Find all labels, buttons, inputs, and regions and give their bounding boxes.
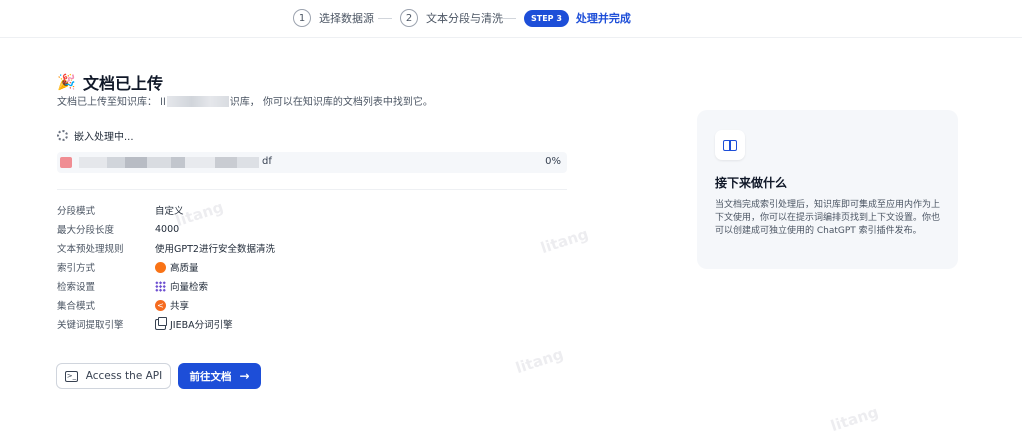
- title-row: 🎉 文档已上传: [57, 70, 163, 94]
- setting-label: 索引方式: [57, 263, 96, 274]
- setting-label: 分段模式: [57, 206, 96, 217]
- setting-row: 集合模式 < 共享: [57, 297, 357, 313]
- redacted-filename: [237, 157, 259, 168]
- party-popper-icon: 🎉: [57, 73, 76, 91]
- divider: [57, 189, 567, 190]
- setting-label: 文本预处理规则: [57, 244, 124, 255]
- copy-icon: [155, 316, 167, 330]
- redacted-filename: [215, 157, 237, 168]
- redacted-filename: [79, 157, 107, 168]
- setting-label: 检索设置: [57, 282, 96, 293]
- next-steps-card: 接下来做什么 当文档完成索引处理后，知识库即可集成至应用内作为上下文使用，你可以…: [697, 110, 958, 269]
- retrieval-setting-value: 向量检索: [170, 282, 209, 293]
- step-3: STEP 3 处理并完成: [524, 9, 631, 27]
- redacted-filename: [185, 157, 215, 168]
- file-type-icon: [60, 157, 72, 168]
- setting-row: 检索设置 向量检索: [57, 278, 357, 294]
- watermark: litang: [513, 344, 566, 378]
- quality-icon: [155, 261, 166, 273]
- step-1-number: 1: [293, 9, 311, 27]
- access-api-label: Access the API: [85, 370, 163, 382]
- setting-row: 关键词提取引擎 JIEBA分词引擎: [57, 316, 357, 332]
- access-api-button[interactable]: >_ Access the API: [56, 363, 171, 389]
- vector-search-icon: [155, 280, 166, 292]
- watermark: litang: [538, 224, 591, 258]
- go-to-documents-button[interactable]: 前往文档 →: [178, 363, 261, 389]
- setting-value: 向量检索: [155, 279, 208, 293]
- preprocess-rules-value: 使用GPT2进行安全数据清洗: [155, 244, 275, 255]
- setting-row: 最大分段长度 4000: [57, 221, 357, 237]
- next-steps-title: 接下来做什么: [715, 176, 788, 190]
- collection-mode-value: 共享: [170, 301, 190, 312]
- embedding-status: 嵌入处理中...: [57, 128, 134, 143]
- redacted-filename: [125, 157, 147, 168]
- progress-percent: 0%: [545, 156, 561, 167]
- step-divider: [378, 18, 392, 19]
- book-icon: [723, 139, 737, 151]
- step-3-badge: STEP 3: [524, 9, 569, 27]
- loading-spinner-icon: [57, 130, 68, 141]
- file-name: df: [262, 156, 272, 167]
- subtitle-prefix: 文档已上传至知识库： ll: [57, 97, 166, 108]
- setting-row: 索引方式 高质量: [57, 259, 357, 275]
- step-2: 2 文本分段与清洗: [400, 9, 503, 27]
- book-icon-container: [715, 130, 745, 160]
- setting-label: 最大分段长度: [57, 225, 115, 236]
- max-segment-length-value: 4000: [155, 223, 180, 235]
- setting-value: 高质量: [155, 260, 199, 274]
- step-2-number: 2: [400, 9, 418, 27]
- page-title: 文档已上传: [83, 74, 164, 93]
- arrow-right-icon: →: [239, 369, 250, 383]
- file-progress-item: df 0%: [57, 152, 567, 173]
- embedding-status-label: 嵌入处理中...: [74, 132, 134, 143]
- setting-label: 集合模式: [57, 301, 96, 312]
- setting-value: 4000: [155, 224, 179, 235]
- watermark: litang: [828, 402, 881, 436]
- step-1-label: 选择数据源: [319, 12, 374, 25]
- setting-value: < 共享: [155, 298, 189, 312]
- setting-label: 关键词提取引擎: [57, 320, 124, 331]
- setting-value: 使用GPT2进行安全数据清洗: [155, 241, 275, 255]
- redacted-filename: [107, 157, 125, 168]
- redacted-text: [166, 96, 229, 107]
- stepper: 1 选择数据源 2 文本分段与清洗 STEP 3 处理并完成: [0, 0, 1022, 38]
- step-divider: [502, 18, 516, 19]
- go-to-documents-label: 前往文档: [189, 370, 232, 383]
- index-mode-value: 高质量: [170, 263, 199, 274]
- setting-row: 文本预处理规则 使用GPT2进行安全数据清洗: [57, 240, 357, 256]
- setting-value: JIEBA分词引擎: [155, 316, 233, 331]
- step-1: 1 选择数据源: [293, 9, 374, 27]
- share-icon: <: [155, 299, 166, 311]
- step-3-label: 处理并完成: [575, 12, 631, 25]
- terminal-icon: >_: [64, 370, 78, 382]
- next-steps-text: 当文档完成索引处理后，知识库即可集成至应用内作为上下文使用，你可以在提示词编排页…: [715, 200, 941, 236]
- page-subtitle: 文档已上传至知识库： ll 识库， 你可以在知识库的文档列表中找到它。: [57, 93, 433, 108]
- step-2-label: 文本分段与清洗: [426, 12, 503, 25]
- keyword-engine-value: JIEBA分词引擎: [170, 320, 233, 331]
- redacted-filename: [147, 157, 171, 168]
- redacted-filename: [171, 157, 185, 168]
- subtitle-suffix: 识库， 你可以在知识库的文档列表中找到它。: [229, 97, 433, 108]
